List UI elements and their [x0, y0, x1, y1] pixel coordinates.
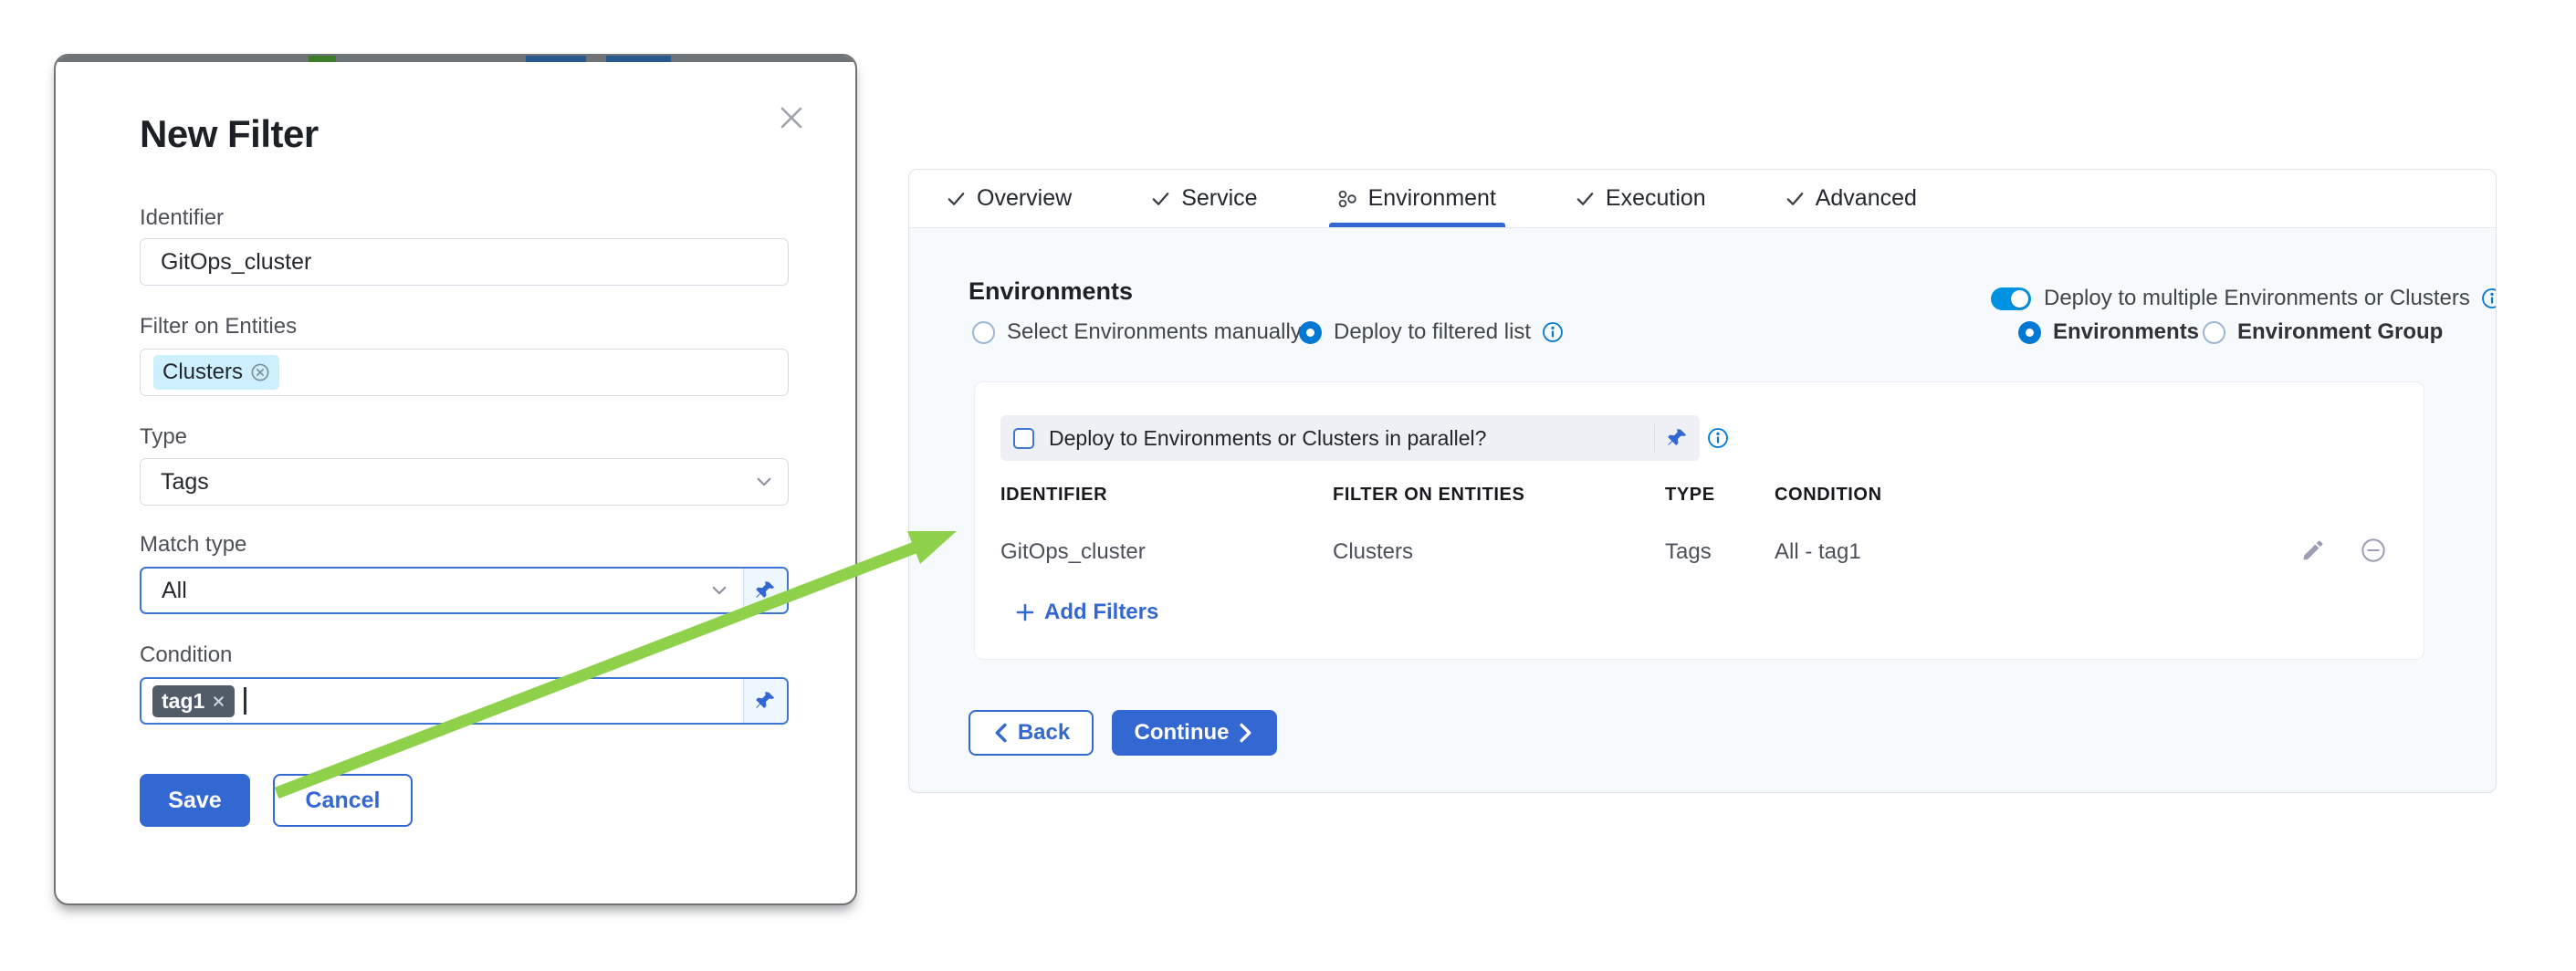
check-icon [1150, 188, 1171, 209]
screenshot-root: New Filter Identifier GitOps_cluster Fil… [0, 0, 2576, 971]
radio-environment-group-label: Environment Group [2237, 319, 2443, 345]
radio-environments[interactable] [2018, 321, 2041, 344]
back-label: Back [1018, 720, 1070, 746]
chevron-right-icon [1238, 723, 1254, 743]
tab-label: Execution [1606, 185, 1706, 212]
entities-label: Filter on Entities [140, 314, 297, 339]
filters-card: Deploy to Environments or Clusters in pa… [974, 381, 2424, 660]
chip-remove-icon[interactable] [212, 694, 225, 708]
tag1-chip[interactable]: tag1 [152, 685, 235, 717]
add-filters-label: Add Filters [1044, 600, 1158, 625]
modal-title: New Filter [140, 112, 319, 156]
match-type-label: Match type [140, 532, 246, 558]
tag1-chip-label: tag1 [162, 689, 204, 714]
tab-label: Environment [1368, 185, 1496, 212]
clusters-chip[interactable]: Clusters [153, 355, 279, 390]
chevron-down-icon [710, 581, 728, 600]
col-header-identifier: IDENTIFIER [1000, 485, 1107, 506]
cancel-button[interactable]: Cancel [273, 774, 413, 827]
environment-icon [1336, 188, 1358, 210]
tab-execution[interactable]: Execution [1575, 170, 1706, 227]
radio-environment-group[interactable] [2203, 321, 2225, 344]
text-caret [244, 687, 246, 715]
parallel-option-row: Deploy to Environments or Clusters in pa… [1000, 415, 1700, 461]
type-select[interactable]: Tags [140, 458, 789, 506]
add-filters-button[interactable]: Add Filters [1015, 600, 1158, 625]
stage-tabbar: Overview Service Environment [909, 170, 2496, 228]
identifier-input[interactable]: GitOps_cluster [140, 238, 789, 286]
deploy-multiple-toggle[interactable] [1991, 287, 2031, 310]
modal-top-strip [56, 56, 855, 62]
pin-icon[interactable] [1667, 428, 1688, 449]
parallel-checkbox[interactable] [1013, 428, 1034, 449]
col-header-condition: CONDITION [1775, 485, 1882, 506]
chip-remove-icon[interactable] [250, 362, 270, 382]
row-entities: Clusters [1333, 539, 1413, 565]
strip-blue-segment [526, 56, 586, 62]
type-value: Tags [161, 469, 209, 496]
edit-icon[interactable] [2300, 538, 2326, 563]
identifier-value: GitOps_cluster [161, 249, 311, 276]
strip-green-segment [309, 56, 336, 62]
radio-environments-label: Environments [2053, 319, 2199, 345]
tab-environment[interactable]: Environment [1336, 170, 1496, 227]
info-icon[interactable] [2481, 287, 2497, 309]
tab-service[interactable]: Service [1150, 170, 1257, 227]
row-type: Tags [1665, 539, 1712, 565]
save-button[interactable]: Save [140, 774, 250, 827]
entities-input[interactable]: Clusters [140, 349, 789, 396]
strip-blue-segment [606, 56, 671, 62]
continue-button[interactable]: Continue [1112, 710, 1277, 756]
col-header-entities: FILTER ON ENTITIES [1333, 485, 1524, 506]
parallel-checkbox-label: Deploy to Environments or Clusters in pa… [1049, 426, 1486, 451]
remove-icon[interactable] [2361, 538, 2386, 563]
row-condition: All - tag1 [1775, 539, 1861, 565]
deploy-multiple-toggle-label: Deploy to multiple Environments or Clust… [2044, 286, 2470, 311]
info-icon[interactable] [1707, 427, 1729, 449]
radio-deploy-filtered[interactable] [1299, 321, 1322, 344]
match-type-value: All [141, 578, 187, 604]
clusters-chip-label: Clusters [162, 360, 243, 385]
identifier-label: Identifier [140, 205, 224, 231]
match-type-select[interactable]: All [140, 567, 789, 614]
check-icon [1785, 188, 1806, 209]
col-header-type: TYPE [1665, 485, 1715, 506]
info-icon[interactable] [1542, 321, 1564, 343]
type-label: Type [140, 424, 187, 450]
check-icon [1575, 188, 1596, 209]
close-icon[interactable] [777, 103, 806, 132]
tab-label: Overview [977, 185, 1072, 212]
pipeline-stage-panel: Overview Service Environment [908, 169, 2497, 793]
new-filter-modal: New Filter Identifier GitOps_cluster Fil… [54, 54, 857, 905]
radio-select-manually[interactable] [972, 321, 995, 344]
pin-button[interactable] [743, 569, 787, 612]
tab-label: Advanced [1816, 185, 1917, 212]
chevron-left-icon [992, 723, 1009, 743]
chevron-down-icon [755, 473, 773, 491]
pin-icon [755, 580, 776, 601]
pin-button[interactable] [743, 679, 787, 723]
continue-label: Continue [1135, 720, 1230, 746]
pin-icon [755, 691, 776, 712]
environment-tab-content: Environments Select Environments manuall… [909, 228, 2496, 792]
condition-input[interactable]: tag1 [140, 677, 789, 725]
plus-icon [1015, 602, 1035, 622]
row-identifier: GitOps_cluster [1000, 539, 1146, 565]
radio-select-manually-label: Select Environments manually [1007, 319, 1302, 345]
tab-label: Service [1181, 185, 1257, 212]
divider [1654, 424, 1656, 452]
radio-deploy-filtered-label: Deploy to filtered list [1334, 319, 1531, 345]
check-icon [946, 188, 967, 209]
tab-advanced[interactable]: Advanced [1785, 170, 1917, 227]
environments-heading: Environments [969, 277, 1133, 306]
condition-label: Condition [140, 642, 232, 668]
back-button[interactable]: Back [969, 710, 1094, 756]
tab-overview[interactable]: Overview [946, 170, 1072, 227]
